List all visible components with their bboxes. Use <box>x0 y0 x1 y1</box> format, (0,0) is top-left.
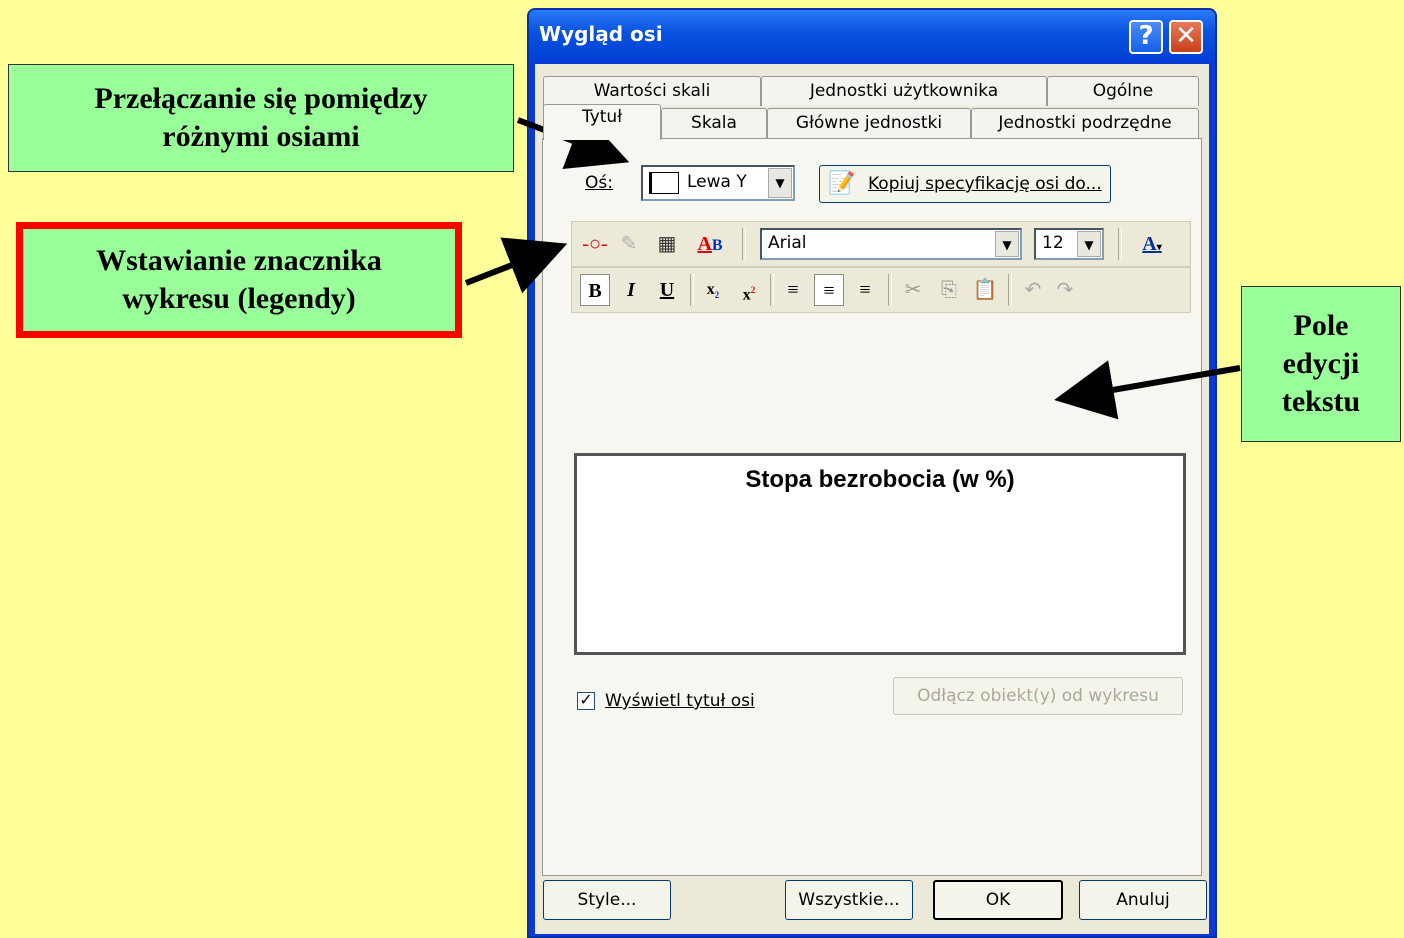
tab-label: Tytuł <box>581 107 623 127</box>
arrow-to-edit-field <box>1054 360 1241 420</box>
arrow-to-legend-marker <box>464 237 568 294</box>
tab-title[interactable]: Tytuł <box>543 104 661 140</box>
arrows-overlay <box>464 112 1241 420</box>
